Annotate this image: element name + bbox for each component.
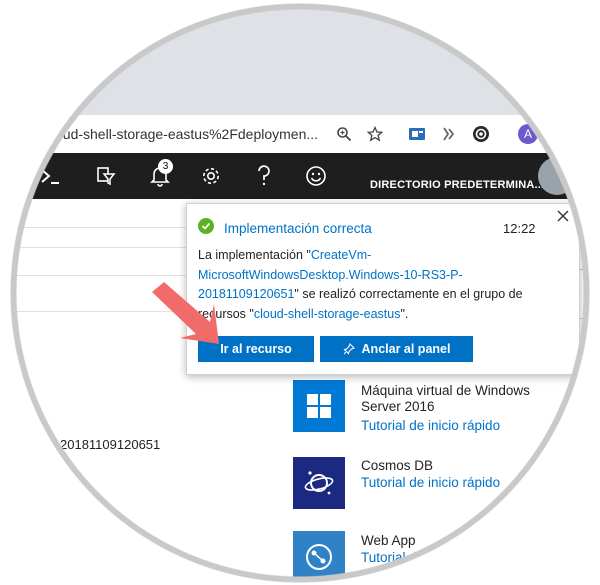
pointer-arrow-icon xyxy=(152,282,219,344)
deployment-notification: Implementación correcta 12:22 La impleme… xyxy=(186,203,580,375)
gear-icon[interactable] xyxy=(197,163,225,189)
partial-panel-edge xyxy=(578,269,600,319)
quickstart-link[interactable]: Tutorial de inicio rápido xyxy=(361,418,500,433)
pin-icon xyxy=(342,343,355,355)
help-icon[interactable] xyxy=(250,163,278,189)
service-title: Máquina virtual de Windows Server 2016 xyxy=(361,383,530,414)
quickstart-link[interactable]: Tutorial de inicio rápido xyxy=(361,475,500,490)
service-title: Web App xyxy=(361,533,416,548)
extension-icon[interactable] xyxy=(470,123,492,145)
notifications-button[interactable]: 3 xyxy=(146,159,174,189)
go-to-resource-label: Ir al recurso xyxy=(220,342,292,356)
notification-title: Implementación correcta xyxy=(224,221,372,236)
star-icon[interactable] xyxy=(364,123,386,145)
deployment-id-text: 20181109120651 xyxy=(60,437,161,452)
portal-top-bar: 3 DIRECTORIO PREDETERMINA... xyxy=(0,153,600,199)
windows-icon xyxy=(307,394,331,418)
message-text: ". xyxy=(400,306,409,321)
web-app-icon xyxy=(306,544,332,570)
url-text[interactable]: oud-shell-storage-eastus%2Fdeploymen... xyxy=(55,126,318,142)
profile-avatar[interactable]: A xyxy=(518,124,538,144)
directory-label[interactable]: DIRECTORIO PREDETERMINA... xyxy=(370,179,544,191)
service-tile-webapp[interactable] xyxy=(293,531,345,583)
zoom-icon[interactable] xyxy=(333,123,355,145)
service-tile-cosmos[interactable] xyxy=(293,457,345,509)
extension-icon[interactable] xyxy=(406,123,428,145)
directory-filter-icon[interactable] xyxy=(92,163,120,189)
service-title: Cosmos DB xyxy=(361,458,434,473)
service-tile-windows[interactable] xyxy=(293,380,345,432)
pin-to-dashboard-button[interactable]: Anclar al panel xyxy=(320,336,473,362)
quickstart-link[interactable]: Tutorial de inicio rápido xyxy=(361,550,500,565)
notification-count-badge: 3 xyxy=(158,159,173,174)
extension-icon[interactable] xyxy=(437,123,459,145)
address-bar[interactable]: oud-shell-storage-eastus%2Fdeploymen... … xyxy=(0,115,600,154)
pin-to-dashboard-label: Anclar al panel xyxy=(361,342,451,356)
message-text: La implementación " xyxy=(198,248,311,262)
cosmos-db-icon xyxy=(304,471,334,495)
notification-message: La implementación "CreateVm-MicrosoftWin… xyxy=(198,246,558,324)
feedback-smiley-icon[interactable] xyxy=(302,163,330,189)
success-check-icon xyxy=(198,218,214,234)
notification-time: 12:22 xyxy=(503,221,536,236)
cloud-shell-icon[interactable] xyxy=(36,163,64,189)
browser-tabstrip xyxy=(0,0,600,115)
resource-group-link[interactable]: cloud-shell-storage-eastus xyxy=(254,307,401,321)
screenshot: oud-shell-storage-eastus%2Fdeploymen... … xyxy=(0,0,600,585)
user-avatar[interactable] xyxy=(538,157,576,195)
close-icon[interactable] xyxy=(555,208,571,224)
